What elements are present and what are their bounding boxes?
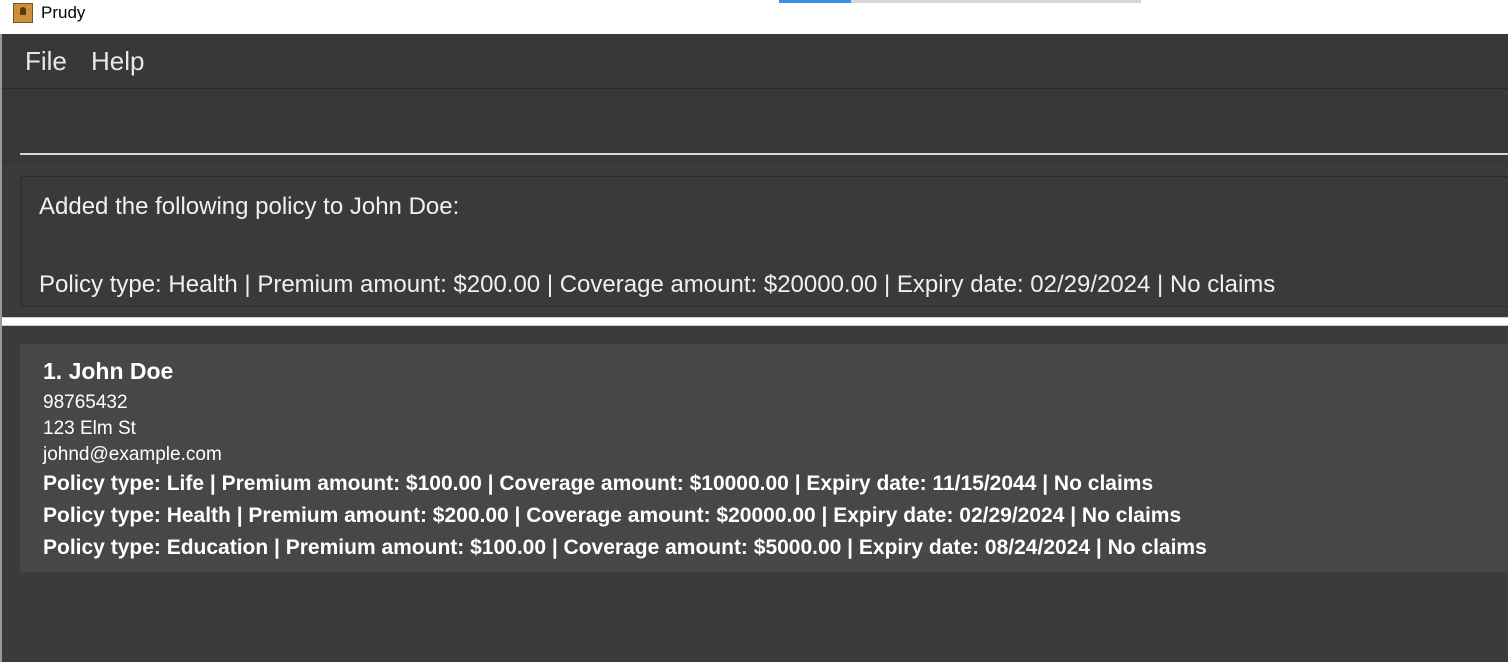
menu-bar: File Help <box>2 34 1508 89</box>
title-bar: Prudy <box>0 0 1508 34</box>
result-display: Added the following policy to John Doe: … <box>20 176 1508 307</box>
result-policy-detail: Policy type: Health | Premium amount: $2… <box>39 271 1276 298</box>
policy-item: Policy type: Health | Premium amount: $2… <box>43 504 1182 527</box>
person-email: johnd@example.com <box>43 444 222 465</box>
person-address: 123 Elm St <box>43 418 136 439</box>
person-phone: 98765432 <box>43 392 128 413</box>
menu-file[interactable]: File <box>25 46 67 77</box>
person-card[interactable]: 1. John Doe 98765432 123 Elm St johnd@ex… <box>20 344 1508 572</box>
person-list: 1. John Doe 98765432 123 Elm St johnd@ex… <box>2 327 1508 662</box>
command-input[interactable] <box>20 101 1508 155</box>
menu-help[interactable]: Help <box>91 46 144 77</box>
person-name: 1. John Doe <box>43 358 174 384</box>
result-message: Added the following policy to John Doe: <box>39 193 460 220</box>
window-title: Prudy <box>41 3 86 22</box>
policy-item: Policy type: Life | Premium amount: $100… <box>43 472 1154 495</box>
taskbar-strip <box>851 0 1141 3</box>
taskbar-highlight <box>779 0 851 3</box>
policy-item: Policy type: Education | Premium amount:… <box>43 536 1207 559</box>
pane-splitter[interactable] <box>2 317 1508 326</box>
command-box <box>2 89 1508 164</box>
address-book-icon <box>13 3 33 23</box>
